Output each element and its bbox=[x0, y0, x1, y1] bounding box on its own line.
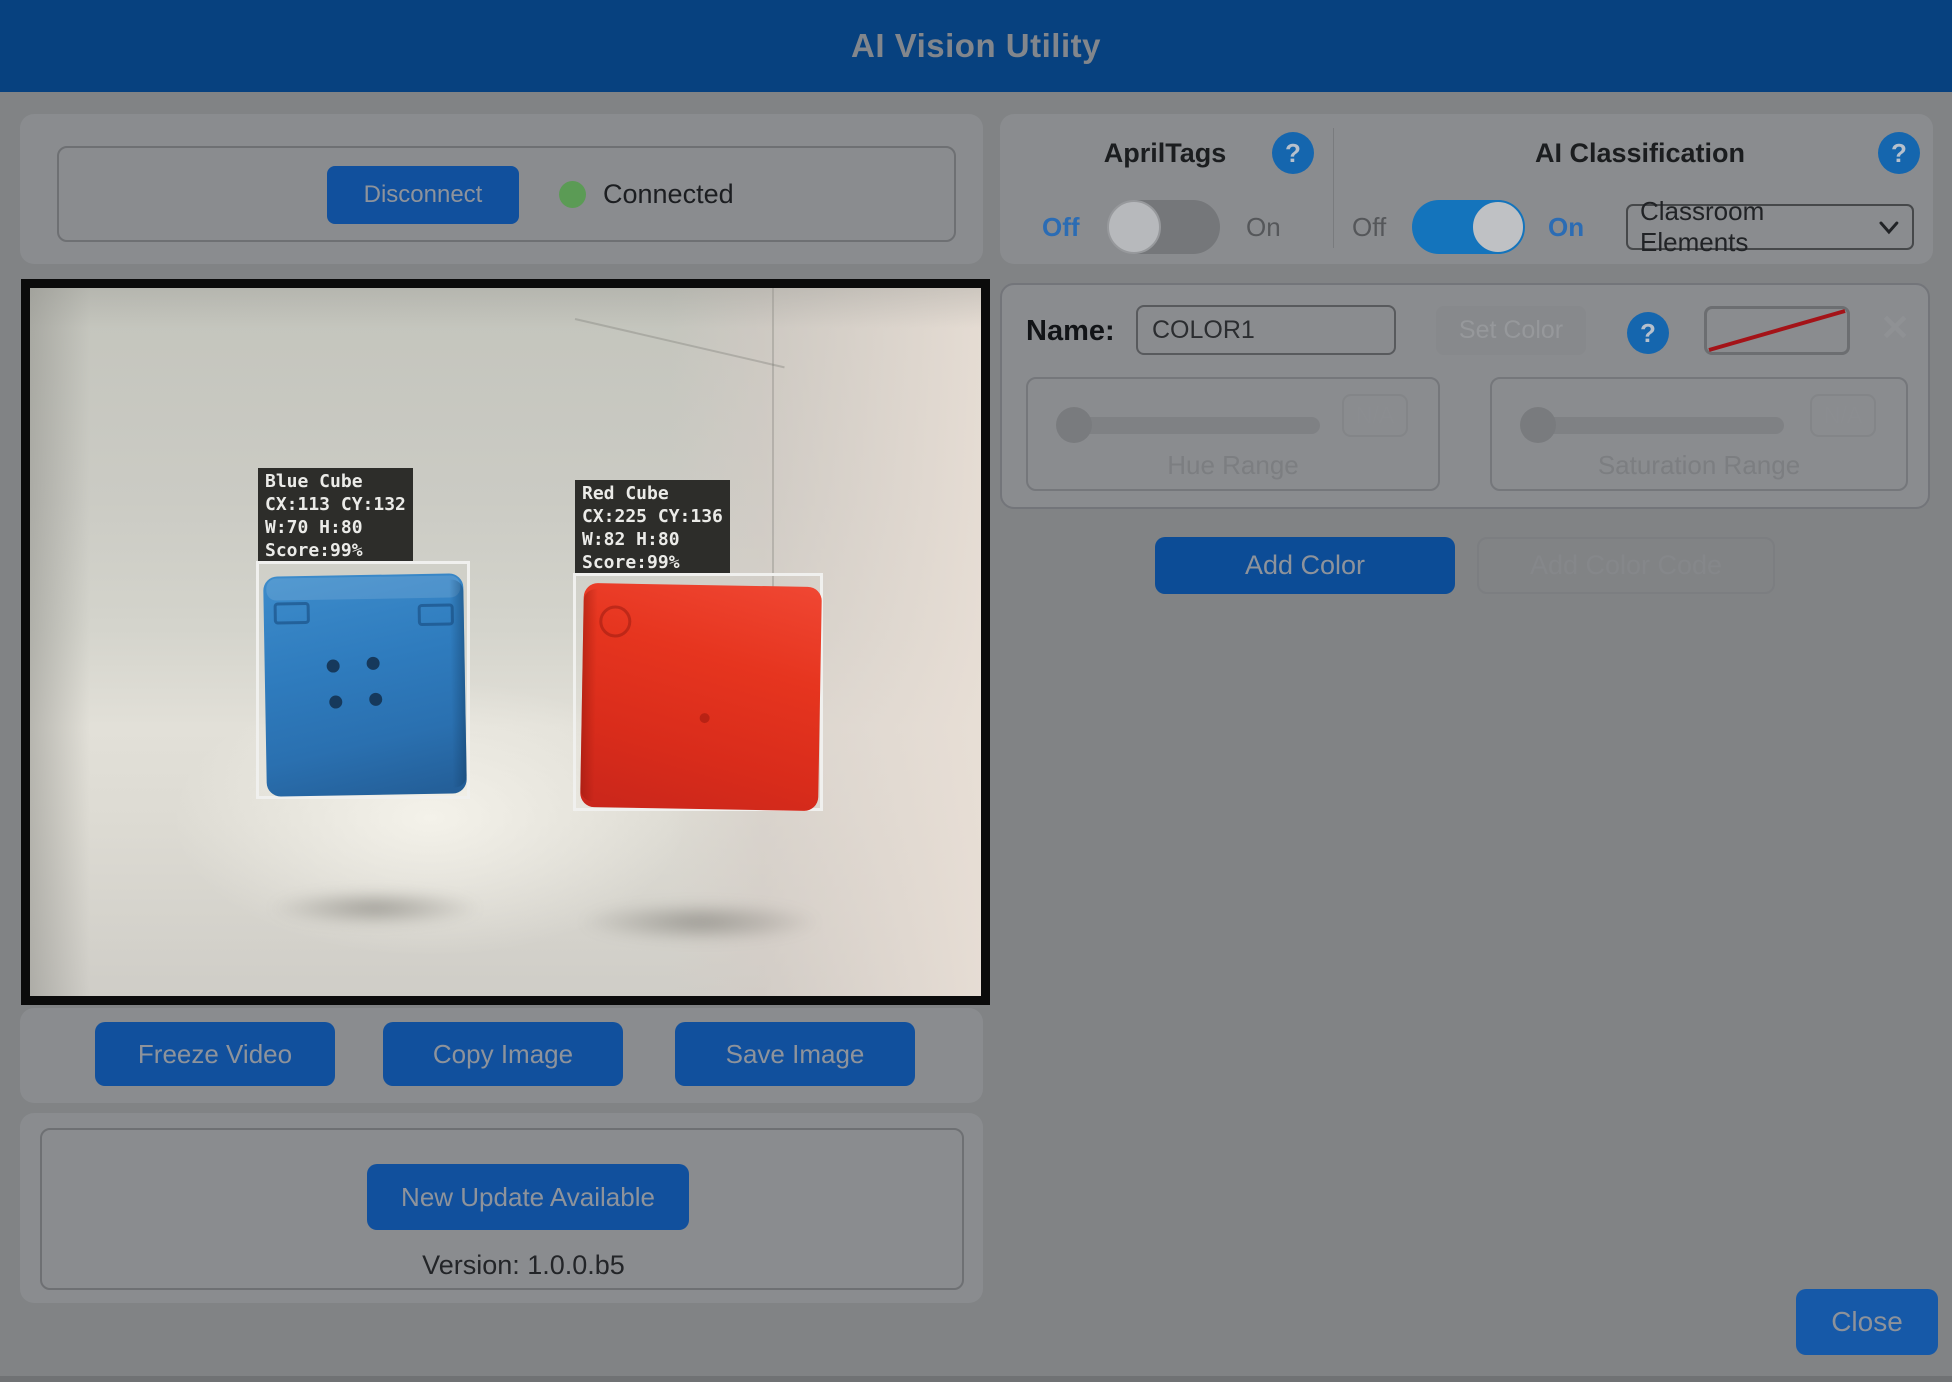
detection-label-red-cube: Red Cube CX:225 CY:136 W:82 H:80 Score:9… bbox=[575, 480, 730, 576]
apriltags-help-icon[interactable]: ? bbox=[1272, 132, 1314, 174]
disconnect-button[interactable]: Disconnect bbox=[327, 166, 519, 224]
cube-corner-slot bbox=[418, 603, 454, 626]
detection-line: CX:113 CY:132 bbox=[265, 493, 406, 516]
add-color-code-button[interactable]: Add Color Code bbox=[1477, 537, 1775, 594]
connection-panel: Disconnect Connected bbox=[20, 114, 983, 264]
chevron-down-icon bbox=[1878, 220, 1900, 235]
hue-range-label: Hue Range bbox=[1028, 450, 1438, 481]
model-select-value: Classroom Elements bbox=[1640, 196, 1878, 258]
cube-dot bbox=[369, 693, 382, 706]
saturation-slider-knob[interactable] bbox=[1520, 407, 1556, 443]
status-dot-icon bbox=[559, 181, 586, 208]
no-color-strike-icon bbox=[1707, 309, 1847, 352]
ai-classification-help-icon[interactable]: ? bbox=[1878, 132, 1920, 174]
connection-box: Disconnect Connected bbox=[57, 146, 956, 242]
camera-frame: Blue Cube CX:113 CY:132 W:70 H:80 Score:… bbox=[21, 279, 990, 1005]
detection-line: W:70 H:80 bbox=[265, 516, 406, 539]
saturation-range-box: N/A Saturation Range bbox=[1490, 377, 1908, 491]
blue-cube-image bbox=[263, 573, 467, 796]
ai-vision-utility-window: AI Vision Utility Disconnect Connected A… bbox=[0, 0, 1952, 1382]
video-left-shade bbox=[30, 288, 90, 996]
hue-slider-knob[interactable] bbox=[1056, 407, 1092, 443]
color-config-panel: Name: Set Color ? ✕ N/A Hue Range N/A Sa… bbox=[1000, 283, 1930, 509]
video-top-shade bbox=[30, 288, 981, 328]
apriltags-title: AprilTags bbox=[1040, 138, 1290, 169]
ai-classification-toggle[interactable] bbox=[1412, 200, 1524, 254]
close-button[interactable]: Close bbox=[1796, 1289, 1938, 1355]
detection-line: Score:99% bbox=[265, 539, 406, 562]
freeze-video-button[interactable]: Freeze Video bbox=[95, 1022, 335, 1086]
color-name-label: Name: bbox=[1026, 315, 1115, 348]
saturation-slider-track[interactable] bbox=[1538, 417, 1784, 434]
add-color-button[interactable]: Add Color bbox=[1155, 537, 1455, 594]
set-color-button[interactable]: Set Color bbox=[1436, 306, 1586, 355]
video-buttons-panel: Freeze Video Copy Image Save Image bbox=[20, 1008, 983, 1103]
detection-label-blue-cube: Blue Cube CX:113 CY:132 W:70 H:80 Score:… bbox=[258, 468, 413, 564]
detection-settings-panel: AprilTags ? AI Classification ? Off On O… bbox=[1000, 114, 1933, 264]
classification-model-select[interactable]: Classroom Elements bbox=[1626, 204, 1914, 250]
video-wall-corner bbox=[772, 288, 774, 618]
version-text: Version: 1.0.0.b5 bbox=[42, 1250, 1005, 1281]
cube-dot bbox=[367, 657, 380, 670]
apriltags-off-label: Off bbox=[1042, 212, 1080, 243]
red-cube-shadow bbox=[570, 900, 830, 944]
cube-dot bbox=[329, 695, 342, 708]
detection-line: W:82 H:80 bbox=[582, 528, 723, 551]
section-divider bbox=[1333, 128, 1334, 248]
copy-image-button[interactable]: Copy Image bbox=[383, 1022, 623, 1086]
ai-classification-title: AI Classification bbox=[1480, 138, 1800, 169]
detection-box-blue-cube bbox=[256, 561, 470, 799]
color-swatch bbox=[1704, 306, 1850, 355]
ai-off-label: Off bbox=[1352, 212, 1386, 243]
blue-cube-shadow bbox=[260, 888, 490, 928]
apriltags-toggle-knob bbox=[1107, 200, 1161, 254]
page-title: AI Vision Utility bbox=[851, 27, 1101, 65]
detection-line: Blue Cube bbox=[265, 470, 406, 493]
red-cube-image bbox=[580, 583, 822, 811]
ai-classification-toggle-knob bbox=[1471, 200, 1525, 254]
connection-status: Connected bbox=[603, 179, 734, 210]
new-update-button[interactable]: New Update Available bbox=[367, 1164, 689, 1230]
camera-feed: Blue Cube CX:113 CY:132 W:70 H:80 Score:… bbox=[30, 288, 981, 996]
bottom-edge-strip bbox=[0, 1376, 1952, 1382]
update-box: New Update Available Version: 1.0.0.b5 bbox=[40, 1128, 964, 1290]
save-image-button[interactable]: Save Image bbox=[675, 1022, 915, 1086]
set-color-help-icon[interactable]: ? bbox=[1627, 312, 1669, 354]
cube-corner-socket bbox=[599, 605, 632, 638]
hue-range-box: N/A Hue Range bbox=[1026, 377, 1440, 491]
detection-line: Score:99% bbox=[582, 551, 723, 574]
remove-color-icon[interactable]: ✕ bbox=[1880, 307, 1910, 349]
app-header: AI Vision Utility bbox=[0, 0, 1952, 92]
detection-box-red-cube bbox=[573, 573, 823, 811]
detection-line: CX:225 CY:136 bbox=[582, 505, 723, 528]
hue-slider-track[interactable] bbox=[1074, 417, 1320, 434]
detection-line: Red Cube bbox=[582, 482, 723, 505]
cube-dot bbox=[700, 713, 710, 723]
update-panel: New Update Available Version: 1.0.0.b5 bbox=[20, 1113, 983, 1303]
cube-corner-slot bbox=[274, 602, 310, 625]
color-name-input[interactable] bbox=[1136, 305, 1396, 355]
apriltags-on-label: On bbox=[1246, 212, 1281, 243]
cube-dot bbox=[327, 659, 340, 672]
apriltags-toggle[interactable] bbox=[1108, 200, 1220, 254]
saturation-value-badge: N/A bbox=[1810, 394, 1876, 437]
saturation-range-label: Saturation Range bbox=[1492, 450, 1906, 481]
ai-on-label: On bbox=[1548, 212, 1584, 243]
hue-value-badge: N/A bbox=[1342, 394, 1408, 437]
